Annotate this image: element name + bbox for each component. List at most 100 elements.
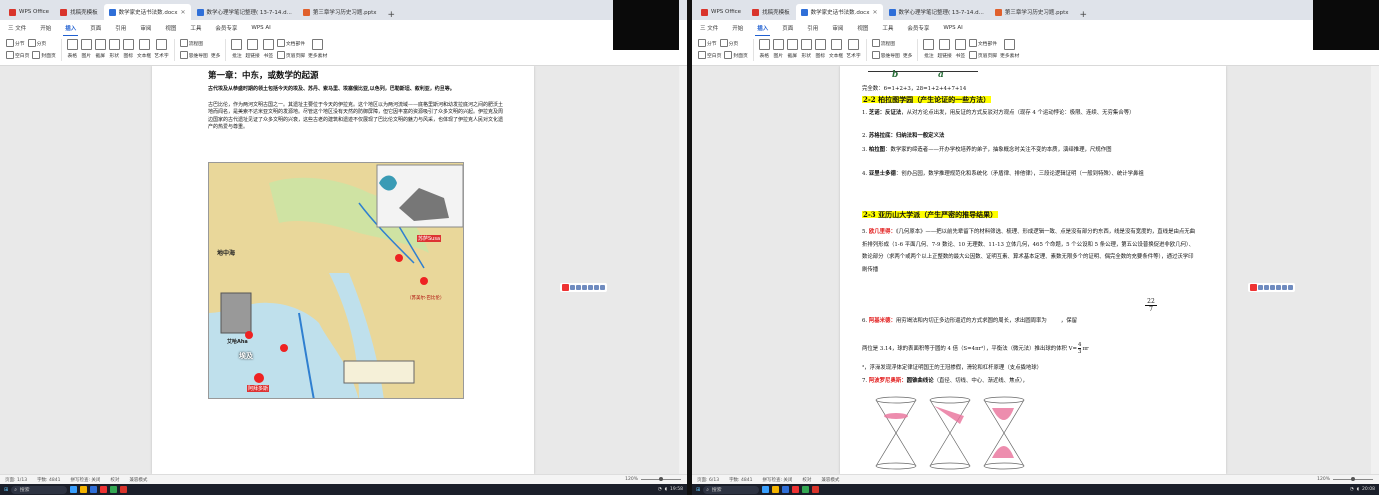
tool-icon[interactable]: [600, 285, 605, 290]
menu-page[interactable]: 页面: [780, 23, 795, 33]
menu-file[interactable]: 三 文件: [698, 23, 720, 33]
ancient-middle-east-map[interactable]: 地中海 苏萨Susa （苏美尔·巴比伦） 艾哈Aha 埃及 阿拜多斯: [208, 162, 464, 399]
menu-member[interactable]: 会员专享: [905, 23, 931, 33]
conic-sections-figure[interactable]: [868, 394, 1034, 472]
shape-button[interactable]: 形状: [108, 39, 120, 59]
taskbar-search[interactable]: ⌕ 搜索: [11, 485, 68, 494]
cover-page-button[interactable]: 封面页: [32, 51, 56, 59]
table-button[interactable]: 表格: [758, 39, 770, 59]
word-count[interactable]: 字数: 4841: [37, 477, 60, 483]
menu-home[interactable]: 开始: [38, 23, 53, 33]
tool-icon[interactable]: [594, 285, 599, 290]
menu-member[interactable]: 会员专享: [213, 23, 239, 33]
wifi-icon[interactable]: ◔: [658, 487, 662, 492]
vertical-scrollbar[interactable]: [1371, 66, 1379, 474]
textbox-button[interactable]: 文本框: [137, 39, 151, 59]
tab-active-doc[interactable]: 数学家史话书法数.docx ✕: [103, 4, 191, 20]
flowchart-button[interactable]: 流程图: [179, 39, 203, 47]
section-break-button[interactable]: 分节: [6, 39, 25, 47]
tool-icon[interactable]: [1258, 285, 1263, 290]
tab-wps-office[interactable]: WPS Office: [696, 4, 746, 20]
spell-check[interactable]: 拼写检查: 关闭: [762, 477, 792, 483]
tab-template[interactable]: 找稿壳模板: [55, 4, 103, 20]
document-page[interactable]: 第一章：中东，或数学的起源 古代埃及从恭盛时期的领土包括今天的埃及、苏丹、索马里…: [152, 66, 534, 474]
spell-check[interactable]: 拼写检查: 关闭: [70, 477, 100, 483]
clock[interactable]: 20:08: [1362, 487, 1375, 492]
shape-button[interactable]: 形状: [800, 39, 812, 59]
tab-wps-office[interactable]: WPS Office: [4, 4, 54, 20]
wordart-button[interactable]: 艺术字: [154, 39, 169, 59]
vertical-scrollbar[interactable]: [679, 66, 687, 474]
page-count[interactable]: 页面: 6/13: [697, 477, 719, 483]
menu-file[interactable]: 三 文件: [6, 23, 28, 33]
floating-input-toolbar[interactable]: [560, 283, 607, 292]
taskbar-app-icon[interactable]: [120, 486, 128, 493]
blank-page-button[interactable]: 空白页: [6, 51, 29, 59]
hyperlink-button[interactable]: 超链接: [245, 39, 260, 59]
tab-ppt[interactable]: 第三章学习历史习题.pptx: [298, 4, 382, 20]
tool-icon[interactable]: [1288, 285, 1293, 290]
tool-icon[interactable]: [570, 285, 575, 290]
comment-button[interactable]: 批注: [923, 39, 935, 59]
menu-tools[interactable]: 工具: [188, 23, 203, 33]
icon-button[interactable]: 图标: [122, 39, 134, 59]
mindmap-button[interactable]: 思维导图: [871, 51, 900, 59]
table-button[interactable]: 表格: [66, 39, 78, 59]
picture-button[interactable]: 图片: [772, 39, 784, 59]
sogou-icon[interactable]: [562, 284, 569, 291]
icon-button[interactable]: 图标: [814, 39, 826, 59]
tab-active-doc[interactable]: 数学家史话书法数.docx ✕: [795, 4, 883, 20]
close-icon[interactable]: ✕: [180, 9, 185, 16]
tab-doc-2[interactable]: 数学心理学笔记整理( 13-7-14.d...: [884, 4, 989, 20]
zoom-control[interactable]: 120%: [625, 477, 681, 482]
bookmark-button[interactable]: 书签: [262, 39, 274, 59]
floating-input-toolbar[interactable]: [1248, 283, 1295, 292]
menu-review[interactable]: 审阅: [830, 23, 845, 33]
menu-reference[interactable]: 引用: [113, 23, 128, 33]
volume-icon[interactable]: ◖: [665, 487, 667, 492]
zoom-slider[interactable]: [641, 477, 681, 481]
picture-button[interactable]: 图片: [80, 39, 92, 59]
header-footer-button[interactable]: 页眉页脚: [968, 51, 997, 59]
tool-icon[interactable]: [576, 285, 581, 290]
mindmap-button[interactable]: 思维导图: [179, 51, 208, 59]
header-footer-button[interactable]: 页眉页脚: [276, 51, 305, 59]
tool-icon[interactable]: [1270, 285, 1275, 290]
taskbar-app-icon[interactable]: [70, 486, 78, 493]
zoom-control[interactable]: 120%: [1317, 477, 1373, 482]
windows-start-icon[interactable]: ⊞: [4, 487, 8, 493]
page-break-button[interactable]: 分页: [719, 39, 738, 47]
menu-wps-ai[interactable]: WPS AI: [249, 24, 272, 32]
menu-page[interactable]: 页面: [88, 23, 103, 33]
menu-home[interactable]: 开始: [730, 23, 745, 33]
doc-parts-button[interactable]: 文档部件: [968, 39, 997, 47]
new-tab-plus-icon[interactable]: +: [1078, 10, 1090, 20]
tab-ppt[interactable]: 第三章学习历史习题.pptx: [990, 4, 1074, 20]
tool-icon[interactable]: [588, 285, 593, 290]
tab-template[interactable]: 找稿壳模板: [747, 4, 795, 20]
close-icon[interactable]: ✕: [872, 9, 877, 16]
taskbar-app-icon[interactable]: [802, 486, 810, 493]
tab-doc-2[interactable]: 数学心理学笔记整理( 13-7-14.d...: [192, 4, 297, 20]
word-count[interactable]: 字数: 4841: [729, 477, 752, 483]
taskbar-app-icon[interactable]: [782, 486, 790, 493]
section-break-button[interactable]: 分节: [698, 39, 717, 47]
flowchart-button[interactable]: 流程图: [871, 39, 895, 47]
comment-button[interactable]: 批注: [231, 39, 243, 59]
hyperlink-button[interactable]: 超链接: [937, 39, 952, 59]
windows-start-icon[interactable]: ⊞: [696, 487, 700, 493]
doc-parts-button[interactable]: 文档部件: [276, 39, 305, 47]
proofread[interactable]: 校对: [110, 477, 119, 483]
more-button[interactable]: 更多: [211, 52, 221, 59]
more-assets-button[interactable]: 更多素材: [308, 39, 327, 59]
more-button[interactable]: 更多: [903, 52, 913, 59]
proofread[interactable]: 校对: [802, 477, 811, 483]
sogou-icon[interactable]: [1250, 284, 1257, 291]
volume-icon[interactable]: ◖: [1357, 487, 1359, 492]
page-break-button[interactable]: 分页: [27, 39, 46, 47]
taskbar-search[interactable]: ⌕ 搜索: [703, 485, 760, 494]
page-count[interactable]: 页面: 1/13: [5, 477, 27, 483]
taskbar-app-icon[interactable]: [762, 486, 770, 493]
taskbar-app-icon[interactable]: [772, 486, 780, 493]
taskbar-app-icon[interactable]: [80, 486, 88, 493]
